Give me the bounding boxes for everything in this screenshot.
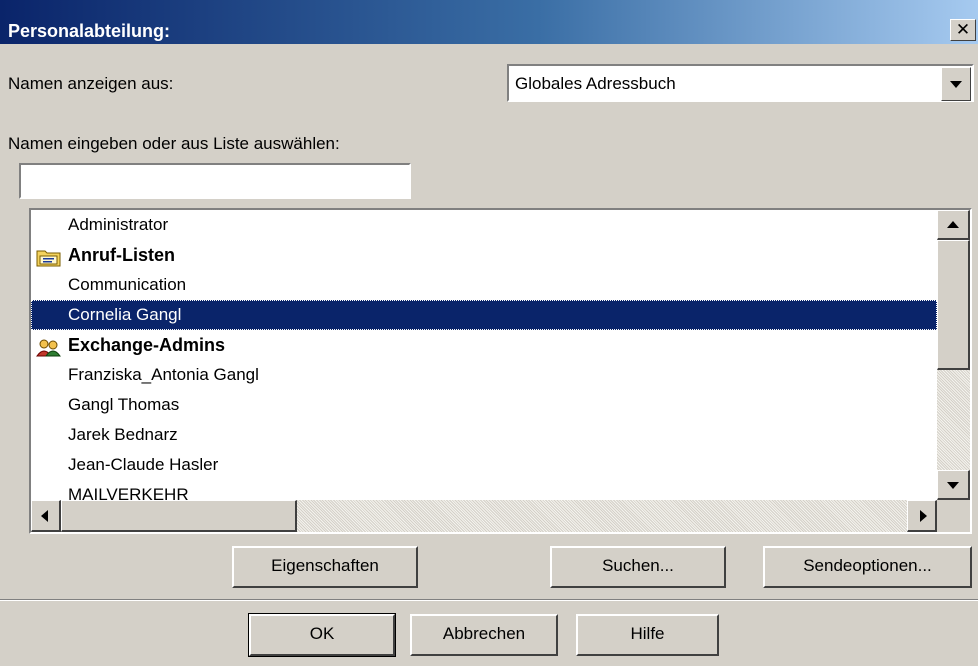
list-item[interactable]: Jarek Bednarz bbox=[31, 420, 937, 450]
address-book-selected: Globales Adressbuch bbox=[515, 74, 676, 93]
arrow-right-icon bbox=[920, 510, 927, 522]
vertical-scroll-thumb[interactable] bbox=[937, 240, 970, 370]
list-item-label: Jean-Claude Hasler bbox=[68, 455, 219, 474]
list-item-label: Exchange-Admins bbox=[68, 335, 226, 355]
scroll-up-button[interactable] bbox=[937, 210, 970, 240]
enter-name-label: Namen eingeben oder aus Liste auswählen: bbox=[8, 134, 340, 153]
list-item[interactable]: Franziska_Antonia Gangl bbox=[31, 360, 937, 390]
scrollbar-corner bbox=[937, 500, 970, 532]
list-item[interactable]: Cornelia Gangl bbox=[31, 300, 937, 330]
list-item[interactable]: MAILVERKEHR bbox=[31, 480, 937, 500]
folder-icon bbox=[36, 246, 62, 267]
list-item-label: Jarek Bednarz bbox=[68, 425, 178, 444]
properties-button[interactable]: Eigenschaften bbox=[232, 546, 418, 588]
vertical-scrollbar[interactable] bbox=[937, 210, 970, 500]
cancel-button[interactable]: Abbrechen bbox=[410, 614, 558, 656]
window-title: Personalabteilung: bbox=[8, 21, 171, 41]
show-names-label: Namen anzeigen aus: bbox=[8, 74, 174, 93]
list-item-label: Administrator bbox=[68, 215, 169, 234]
list-item-label: Gangl Thomas bbox=[68, 395, 180, 414]
scroll-down-button[interactable] bbox=[937, 470, 970, 500]
name-search-input[interactable] bbox=[19, 163, 411, 199]
distribution-list-icon bbox=[36, 336, 62, 357]
send-options-button[interactable]: Sendeoptionen... bbox=[763, 546, 972, 588]
list-item[interactable]: Exchange-Admins bbox=[31, 330, 937, 360]
help-button[interactable]: Hilfe bbox=[576, 614, 719, 656]
arrow-down-icon bbox=[947, 482, 959, 489]
horizontal-scrollbar[interactable] bbox=[31, 500, 937, 532]
list-item[interactable]: Gangl Thomas bbox=[31, 390, 937, 420]
title-bar[interactable]: Personalabteilung: ✕ bbox=[0, 0, 978, 44]
scroll-right-button[interactable] bbox=[907, 500, 937, 532]
arrow-up-icon bbox=[947, 221, 959, 228]
footer-divider bbox=[0, 599, 978, 601]
list-item-label: Franziska_Antonia Gangl bbox=[68, 365, 259, 384]
list-item[interactable]: Anruf-Listen bbox=[31, 240, 937, 270]
list-item-label: Cornelia Gangl bbox=[68, 305, 182, 324]
address-list[interactable]: Administrator Anruf-Listen Communication Co… bbox=[29, 208, 972, 534]
chevron-down-icon bbox=[950, 81, 962, 88]
dropdown-button[interactable] bbox=[941, 67, 971, 101]
address-list-items: Administrator Anruf-Listen Communication Co… bbox=[31, 210, 937, 500]
find-button[interactable]: Suchen... bbox=[550, 546, 726, 588]
ok-button[interactable]: OK bbox=[248, 613, 396, 657]
list-item-label: MAILVERKEHR bbox=[68, 485, 189, 500]
list-item[interactable]: Administrator bbox=[31, 210, 937, 240]
list-item[interactable]: Communication bbox=[31, 270, 937, 300]
arrow-left-icon bbox=[41, 510, 48, 522]
horizontal-scroll-thumb[interactable] bbox=[61, 500, 297, 532]
scroll-left-button[interactable] bbox=[31, 500, 61, 532]
close-button[interactable]: ✕ bbox=[950, 19, 976, 41]
list-item[interactable]: Jean-Claude Hasler bbox=[31, 450, 937, 480]
list-item-label: Anruf-Listen bbox=[68, 245, 175, 265]
list-item-label: Communication bbox=[68, 275, 187, 294]
close-icon: ✕ bbox=[955, 20, 971, 39]
address-book-dropdown[interactable]: Globales Adressbuch bbox=[507, 64, 974, 102]
